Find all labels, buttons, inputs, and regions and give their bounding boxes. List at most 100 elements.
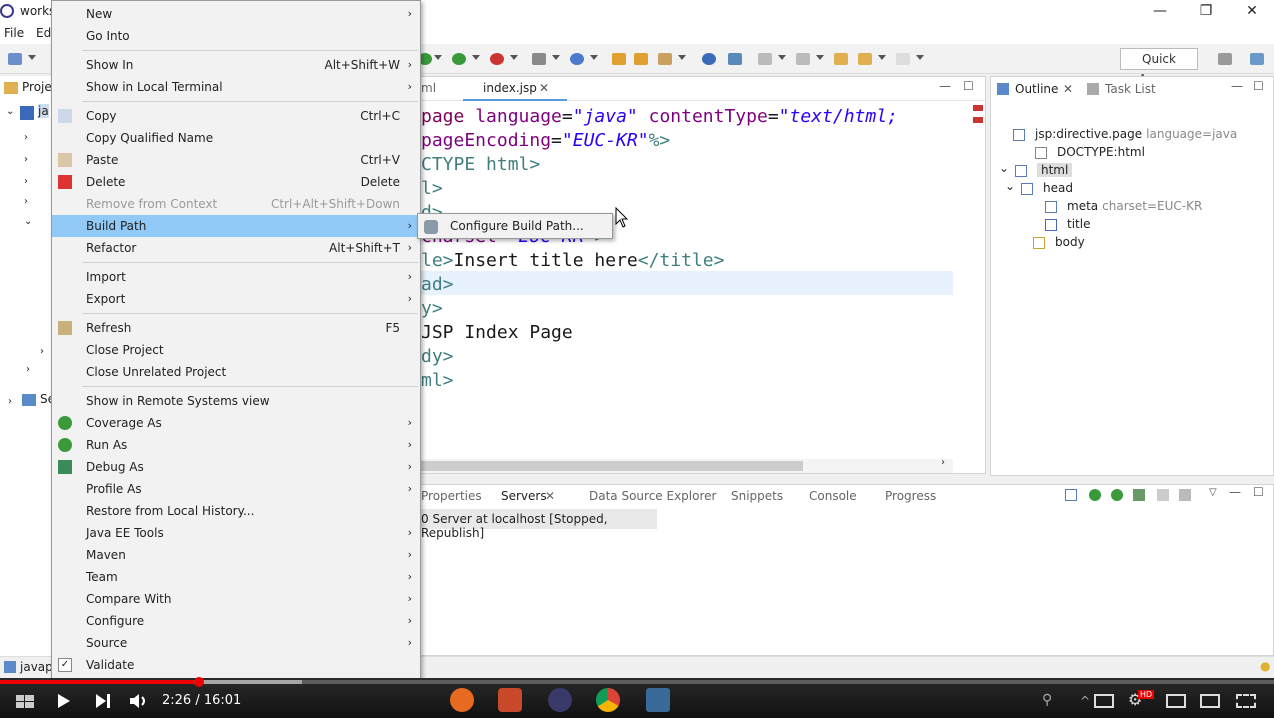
chevron-right-icon[interactable]: ›: [24, 176, 28, 187]
code-line[interactable]: dy>: [421, 345, 454, 369]
back-icon[interactable]: [858, 53, 872, 65]
configure-build-path-item[interactable]: Configure Build Path...: [450, 219, 584, 233]
miniplayer-icon[interactable]: [1166, 694, 1186, 708]
eclipse-taskbar-icon[interactable]: [548, 688, 572, 712]
menu-item-coverage-as[interactable]: Coverage As ›: [52, 412, 420, 434]
windows-start-icon[interactable]: [14, 692, 36, 710]
outline-node[interactable]: meta charset=EUC-KR: [1067, 199, 1202, 213]
code-line[interactable]: pageEncoding="EUC-KR"%>: [421, 129, 670, 153]
menu-item-refactor[interactable]: Refactor Alt+Shift+T ›: [52, 237, 420, 259]
menu-item-java-ee-tools[interactable]: Java EE Tools ›: [52, 522, 420, 544]
menu-item-copy-qualified-name[interactable]: Copy Qualified Name: [52, 127, 420, 149]
chevron-down-icon[interactable]: ⌄: [999, 161, 1009, 175]
scrollbar-thumb[interactable]: [413, 461, 803, 471]
subtitles-icon[interactable]: [1094, 694, 1114, 708]
maximize-view-icon[interactable]: ☐: [963, 79, 974, 93]
chevron-down-icon[interactable]: [510, 55, 518, 60]
menu-item-go-into[interactable]: Go Into: [52, 25, 420, 47]
maximize-view-icon[interactable]: ☐: [1253, 485, 1264, 499]
menu-file[interactable]: File: [4, 26, 24, 40]
chevron-down-icon[interactable]: [916, 55, 924, 60]
menu-item-refresh[interactable]: Refresh F5: [52, 317, 420, 339]
menu-item-run-as[interactable]: Run As ›: [52, 434, 420, 456]
code-line[interactable]: l>: [421, 177, 443, 201]
code-line[interactable]: page language="java" contentType="text/h…: [421, 105, 898, 129]
menu-item-show-in-remote-systems-view[interactable]: Show in Remote Systems view: [52, 390, 420, 412]
menu-item-show-in[interactable]: Show In Alt+Shift+W ›: [52, 54, 420, 76]
chevron-right-icon[interactable]: ›: [941, 457, 945, 468]
folder-icon[interactable]: [634, 53, 648, 65]
close-icon[interactable]: ✕: [1063, 82, 1073, 96]
tab-outline[interactable]: Outline: [1015, 82, 1058, 96]
next-icon[interactable]: [94, 692, 112, 710]
menu-item-build-path[interactable]: Build Path ›: [52, 215, 420, 237]
menu-item-close-unrelated-project[interactable]: Close Unrelated Project: [52, 361, 420, 383]
menu-item-compare-with[interactable]: Compare With ›: [52, 588, 420, 610]
menu-item-export[interactable]: Export ›: [52, 288, 420, 310]
chevron-down-icon[interactable]: [878, 55, 886, 60]
publish-icon[interactable]: [1179, 489, 1191, 501]
open-folder-icon[interactable]: [612, 53, 626, 65]
close-button[interactable]: ✕: [1242, 2, 1262, 22]
menu-item-configure[interactable]: Configure ›: [52, 610, 420, 632]
debug-server-icon[interactable]: [1089, 489, 1101, 501]
volume-icon[interactable]: [128, 692, 150, 710]
prev-annotation-icon[interactable]: [796, 53, 810, 65]
editor-tab-html[interactable]: ml: [421, 81, 436, 95]
wizard-icon[interactable]: [570, 53, 584, 65]
bottom-tab[interactable]: Progress: [885, 489, 936, 503]
chrome-icon[interactable]: [596, 688, 620, 712]
code-line[interactable]: JSP Index Page: [421, 321, 573, 345]
server-icon[interactable]: [728, 53, 742, 65]
minimize-button[interactable]: —: [1150, 2, 1170, 22]
chevron-down-icon[interactable]: [552, 55, 560, 60]
video-progress-bar[interactable]: [0, 680, 194, 684]
outline-node[interactable]: DOCTYPE:html: [1057, 145, 1145, 159]
bottom-tab[interactable]: Console: [809, 489, 857, 503]
code-line[interactable]: CTYPE html>: [421, 153, 540, 177]
menu-item-remove-from-context[interactable]: Remove from Context Ctrl+Alt+Shift+Down: [52, 193, 420, 215]
menu-item-team[interactable]: Team ›: [52, 566, 420, 588]
table-row[interactable]: 0 Server at localhost [Stopped, Republis…: [413, 509, 657, 540]
code-editor[interactable]: ml index.jsp ✕ — ☐ page language="java" …: [412, 76, 986, 474]
menu-item-show-in-local-terminal[interactable]: Show in Local Terminal ›: [52, 76, 420, 98]
user-icon[interactable]: ⚲: [1042, 692, 1052, 708]
menu-item-validate[interactable]: ✓ Validate: [52, 654, 420, 676]
minimize-view-icon[interactable]: —: [939, 79, 951, 93]
outline-node[interactable]: jsp:directive.page language=java: [1035, 127, 1237, 141]
menu-item-delete[interactable]: Delete Delete: [52, 171, 420, 193]
chevron-down-icon[interactable]: ⌄: [1005, 179, 1015, 193]
bottom-tab[interactable]: Snippets: [731, 489, 783, 503]
video-scrubber[interactable]: [194, 677, 204, 687]
chevron-down-icon[interactable]: [816, 55, 824, 60]
bottom-tab[interactable]: Properties: [421, 489, 482, 503]
menu-item-maven[interactable]: Maven ›: [52, 544, 420, 566]
fullscreen-icon[interactable]: [1236, 694, 1256, 708]
code-line[interactable]: ad>: [421, 273, 454, 297]
chevron-down-icon[interactable]: [472, 55, 480, 60]
menu-item-paste[interactable]: Paste Ctrl+V: [52, 149, 420, 171]
chevron-up-icon[interactable]: ^: [1080, 694, 1090, 708]
menu-item-restore-from-local-history[interactable]: Restore from Local History...: [52, 500, 420, 522]
collapse-icon[interactable]: [1065, 489, 1077, 501]
outline-node[interactable]: head: [1043, 181, 1073, 195]
close-icon[interactable]: ✕: [539, 81, 549, 95]
stop-icon[interactable]: [490, 53, 504, 65]
maximize-view-icon[interactable]: ☐: [1253, 79, 1264, 93]
project-explorer-tab[interactable]: Proje: [22, 80, 52, 94]
globe-icon[interactable]: [702, 53, 716, 65]
chevron-down-icon[interactable]: ⌄: [24, 216, 32, 227]
play-icon[interactable]: [56, 692, 72, 710]
remote-desktop-icon[interactable]: [646, 688, 670, 712]
minimize-view-icon[interactable]: —: [1229, 485, 1241, 499]
chevron-down-icon[interactable]: [678, 55, 686, 60]
open-perspective-icon[interactable]: [1218, 53, 1232, 65]
tab-task-list[interactable]: Task List: [1105, 82, 1156, 96]
menu-item-source[interactable]: Source ›: [52, 632, 420, 654]
firefox-icon[interactable]: [450, 688, 474, 712]
stop-server-icon[interactable]: [1157, 489, 1169, 501]
chevron-down-icon[interactable]: [590, 55, 598, 60]
chevron-down-icon[interactable]: [28, 55, 36, 60]
code-line[interactable]: le>Insert title here</title>: [421, 249, 724, 273]
menu-item-debug-as[interactable]: Debug As ›: [52, 456, 420, 478]
